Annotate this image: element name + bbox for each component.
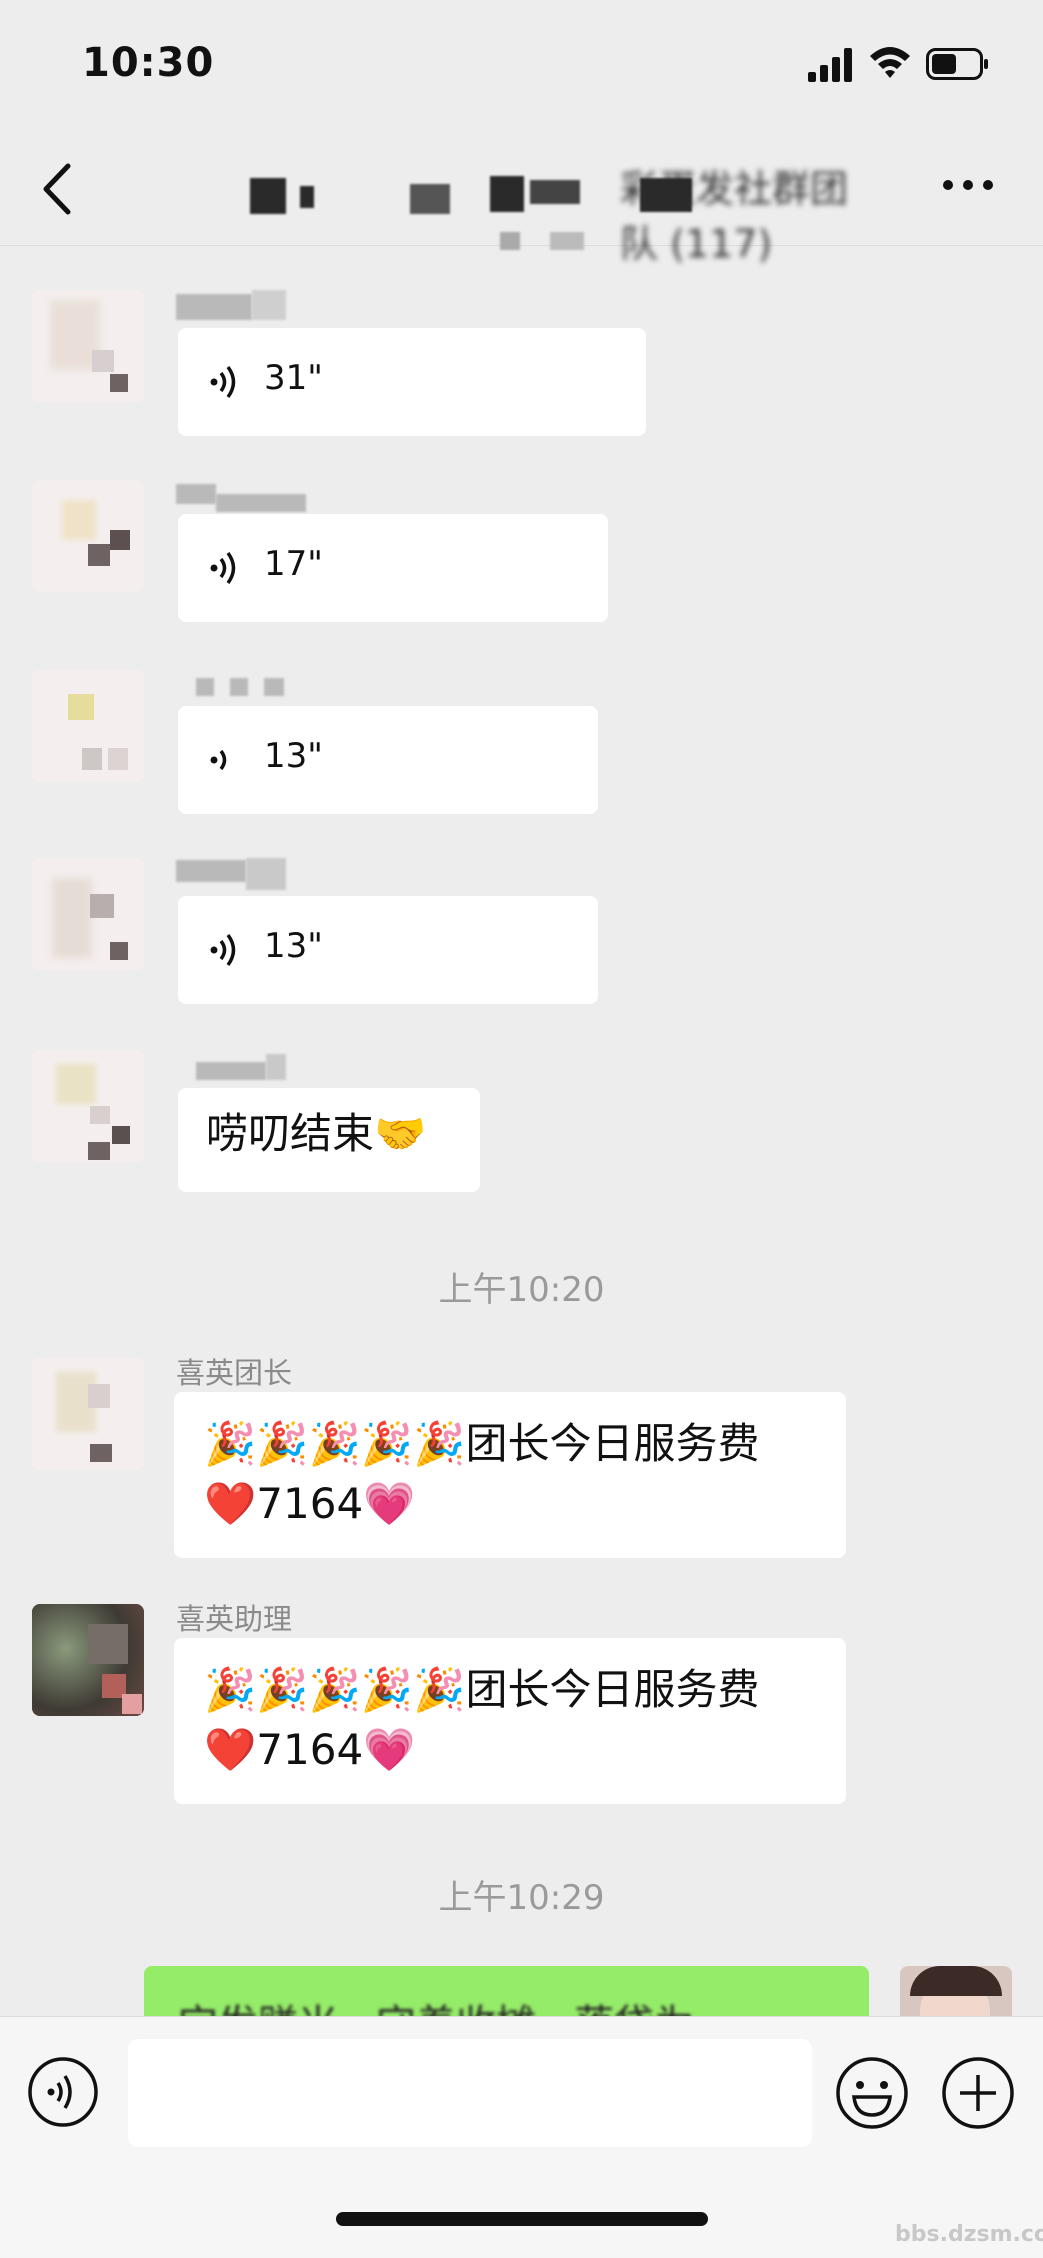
voice-wave-icon (210, 551, 236, 585)
battery-icon (926, 48, 988, 80)
sender-name-redacted (176, 1052, 286, 1086)
voice-message-bubble[interactable]: 13" (178, 706, 598, 814)
message-line: 🎉🎉🎉🎉🎉团长今日服务费 (204, 1419, 760, 1468)
cellular-signal-icon (808, 48, 852, 82)
chat-title: 彩蛋发社群团队 (117) (250, 150, 850, 266)
avatar[interactable] (32, 1604, 144, 1716)
timestamp: 上午10:20 (438, 1270, 605, 1310)
chat-header: 彩蛋发社群团队 (117) (0, 130, 1043, 266)
status-bar: 10:30 (0, 0, 1043, 130)
message-line: 🎉🎉🎉🎉🎉团长今日服务费 (204, 1665, 760, 1714)
voice-wave-icon (210, 933, 236, 967)
voice-wave-icon (210, 749, 227, 771)
status-time: 10:30 (82, 40, 215, 86)
timestamp: 上午10:29 (438, 1878, 605, 1918)
watermark: bbs.dzsm.com (895, 2222, 1043, 2247)
avatar[interactable] (32, 480, 144, 592)
voice-duration: 17" (264, 544, 323, 584)
voice-duration: 13" (264, 736, 323, 776)
text-message-bubble[interactable]: 唠叨结束🤝 (178, 1088, 480, 1192)
home-indicator[interactable] (336, 2212, 708, 2226)
voice-message-bubble[interactable]: 13" (178, 896, 598, 1004)
voice-input-icon[interactable] (26, 2055, 100, 2129)
sender-name: 喜英团长 (176, 1356, 293, 1390)
avatar[interactable] (32, 670, 144, 782)
message-text: 唠叨结束🤝 (206, 1109, 427, 1158)
sender-name: 喜英助理 (176, 1602, 293, 1636)
message-line: ❤️7164💗 (204, 1479, 416, 1528)
more-options-icon[interactable] (940, 170, 996, 200)
text-message-bubble[interactable]: 🎉🎉🎉🎉🎉团长今日服务费 ❤️7164💗 (174, 1392, 846, 1558)
sender-name-redacted (176, 858, 286, 892)
message-line: ❤️7164💗 (204, 1725, 416, 1774)
avatar[interactable] (32, 290, 144, 402)
avatar[interactable] (32, 1358, 144, 1470)
avatar[interactable] (32, 858, 144, 970)
voice-duration: 13" (264, 926, 323, 966)
voice-message-bubble[interactable]: 17" (178, 514, 608, 622)
voice-duration: 31" (264, 358, 323, 398)
back-chevron-icon[interactable] (38, 160, 78, 218)
message-input[interactable] (128, 2039, 812, 2147)
sender-name-redacted (176, 480, 306, 514)
avatar[interactable] (32, 1050, 144, 1162)
emoji-icon[interactable] (834, 2055, 910, 2131)
sender-name-redacted (176, 290, 286, 324)
text-message-bubble[interactable]: 🎉🎉🎉🎉🎉团长今日服务费 ❤️7164💗 (174, 1638, 846, 1804)
voice-message-bubble[interactable]: 31" (178, 328, 646, 436)
voice-wave-icon (210, 365, 236, 399)
plus-icon[interactable] (940, 2055, 1016, 2131)
wifi-icon (870, 47, 910, 78)
sender-name-redacted (176, 676, 286, 710)
